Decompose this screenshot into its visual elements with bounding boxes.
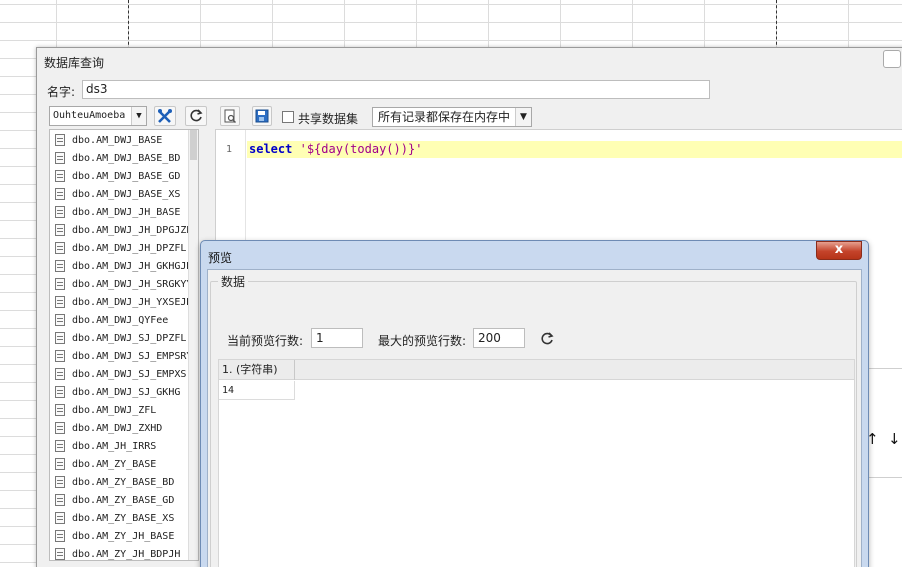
name-label: 名字:	[47, 85, 76, 99]
dialog-window-button[interactable]	[883, 50, 901, 68]
preview-dialog: 预览 x 数据 当前预览行数: 1 最大的预览行数: 200 1. (字符串) …	[200, 240, 869, 567]
table-icon	[55, 368, 65, 380]
table-list-item[interactable]: dbo.AM_JH_IRRS	[55, 437, 195, 455]
table-list-item[interactable]: dbo.AM_ZY_JH_BDPJH	[55, 545, 195, 560]
share-dataset-label: 共享数据集	[298, 112, 359, 126]
table-list-item[interactable]: dbo.AM_DWJ_JH_DPGJZB	[55, 221, 195, 239]
preview-button[interactable]	[220, 106, 240, 126]
table-list-item[interactable]: dbo.AM_DWJ_JH_YXSEJH	[55, 293, 195, 311]
page-break-line	[128, 0, 129, 50]
table-icon	[55, 188, 65, 200]
data-group-label: 数据	[218, 273, 249, 290]
preview-doc-icon	[224, 109, 236, 123]
table-list-item[interactable]: dbo.AM_DWJ_JH_SRGKYYJ	[55, 275, 195, 293]
current-rows-input[interactable]: 1	[311, 328, 363, 348]
scrollbar-thumb[interactable]	[190, 130, 197, 160]
page-break-line	[776, 0, 777, 50]
table-list-item[interactable]: dbo.AM_DWJ_ZFL	[55, 401, 195, 419]
table-list-item[interactable]: dbo.AM_DWJ_JH_DPZFL	[55, 239, 195, 257]
connection-select[interactable]: OuhteuAmoeba ▼	[49, 106, 147, 126]
table-list-item[interactable]: dbo.AM_ZY_BASE_BD	[55, 473, 195, 491]
table-icon	[55, 476, 65, 488]
refresh-preview-button[interactable]	[538, 330, 556, 348]
line-number: 1	[226, 144, 233, 155]
table-list-item[interactable]: dbo.AM_DWJ_SJ_DPZFL	[55, 329, 195, 347]
memory-option-select[interactable]: 所有记录都保存在内存中 ▼	[372, 107, 532, 127]
table-icon	[55, 332, 65, 344]
tools-icon	[158, 109, 172, 123]
max-rows-label: 最大的预览行数:	[378, 334, 467, 348]
table-list[interactable]: dbo.AM_DWJ_BASE dbo.AM_DWJ_BASE_BD dbo.A…	[49, 129, 199, 561]
table-list-item[interactable]: dbo.AM_DWJ_SJ_EMPXS	[55, 365, 195, 383]
table-icon	[55, 152, 65, 164]
table-icon	[55, 458, 65, 470]
table-icon	[55, 134, 65, 146]
sql-string: '${day(today())}'	[299, 142, 423, 156]
parameter-button[interactable]	[252, 106, 272, 126]
close-button[interactable]: x	[816, 241, 862, 260]
table-icon	[55, 530, 65, 542]
table-list-scrollbar[interactable]	[188, 130, 198, 560]
table-icon	[55, 548, 65, 560]
table-list-item[interactable]: dbo.AM_DWJ_SJ_EMPSRYY	[55, 347, 195, 365]
max-rows-input[interactable]: 200	[473, 328, 525, 348]
table-list-item[interactable]: dbo.AM_DWJ_JH_GKHGJH	[55, 257, 195, 275]
table-icon	[55, 224, 65, 236]
table-list-item[interactable]: dbo.AM_DWJ_BASE_XS	[55, 185, 195, 203]
table-icon	[55, 350, 65, 362]
sql-keyword: select	[249, 142, 293, 156]
table-list-item[interactable]: dbo.AM_DWJ_ZXHD	[55, 419, 195, 437]
table-icon	[55, 512, 65, 524]
close-icon: x	[834, 242, 844, 257]
table-icon	[55, 242, 65, 254]
chevron-down-icon[interactable]: ▼	[515, 108, 531, 126]
current-rows-label: 当前预览行数:	[227, 334, 304, 348]
share-dataset-checkbox[interactable]	[282, 111, 294, 123]
table-list-item[interactable]: dbo.AM_ZY_BASE	[55, 455, 195, 473]
side-panel	[866, 368, 902, 478]
column-header[interactable]: 1. (字符串)	[219, 360, 295, 380]
chevron-down-icon[interactable]: ▼	[131, 107, 146, 125]
table-list-item[interactable]: dbo.AM_DWJ_SJ_GKHG	[55, 383, 195, 401]
table-icon	[55, 440, 65, 452]
table-icon	[55, 494, 65, 506]
table-list-item[interactable]: dbo.AM_ZY_BASE_XS	[55, 509, 195, 527]
refresh-tables-button[interactable]	[185, 106, 207, 126]
table-icon	[55, 260, 65, 272]
arrow-down-icon[interactable]: ↓	[888, 430, 901, 448]
sql-code-line[interactable]: select '${day(today())}'	[247, 141, 902, 158]
table-icon	[55, 296, 65, 308]
table-list-item[interactable]: dbo.AM_ZY_BASE_GD	[55, 491, 195, 509]
save-param-icon	[255, 109, 269, 123]
connection-settings-button[interactable]	[154, 106, 176, 126]
refresh-icon	[541, 332, 554, 345]
table-list-item[interactable]: dbo.AM_DWJ_BASE_BD	[55, 149, 195, 167]
table-icon	[55, 422, 65, 434]
table-list-item[interactable]: dbo.AM_DWJ_QYFee	[55, 311, 195, 329]
memory-option-value: 所有记录都保存在内存中	[378, 110, 511, 124]
preview-result-table[interactable]: 1. (字符串) 14	[218, 359, 855, 567]
connection-select-value: OuhteuAmoeba	[53, 110, 126, 121]
table-icon	[55, 404, 65, 416]
preview-body: 数据 当前预览行数: 1 最大的预览行数: 200 1. (字符串) 14	[207, 269, 862, 567]
table-list-item[interactable]: dbo.AM_DWJ_JH_BASE	[55, 203, 195, 221]
table-icon	[55, 170, 65, 182]
preview-title: 预览	[208, 251, 233, 265]
dialog-title: 数据库查询	[44, 56, 105, 70]
table-cell[interactable]: 14	[219, 381, 295, 400]
table-icon	[55, 278, 65, 290]
table-icon	[55, 386, 65, 398]
table-list-item[interactable]: dbo.AM_DWJ_BASE	[55, 131, 195, 149]
table-list-item[interactable]: dbo.AM_DWJ_BASE_GD	[55, 167, 195, 185]
table-icon	[55, 314, 65, 326]
table-icon	[55, 206, 65, 218]
refresh-icon	[190, 109, 203, 122]
table-header: 1. (字符串)	[219, 360, 854, 380]
table-list-item[interactable]: dbo.AM_ZY_JH_BASE	[55, 527, 195, 545]
name-input[interactable]: ds3	[82, 80, 710, 99]
